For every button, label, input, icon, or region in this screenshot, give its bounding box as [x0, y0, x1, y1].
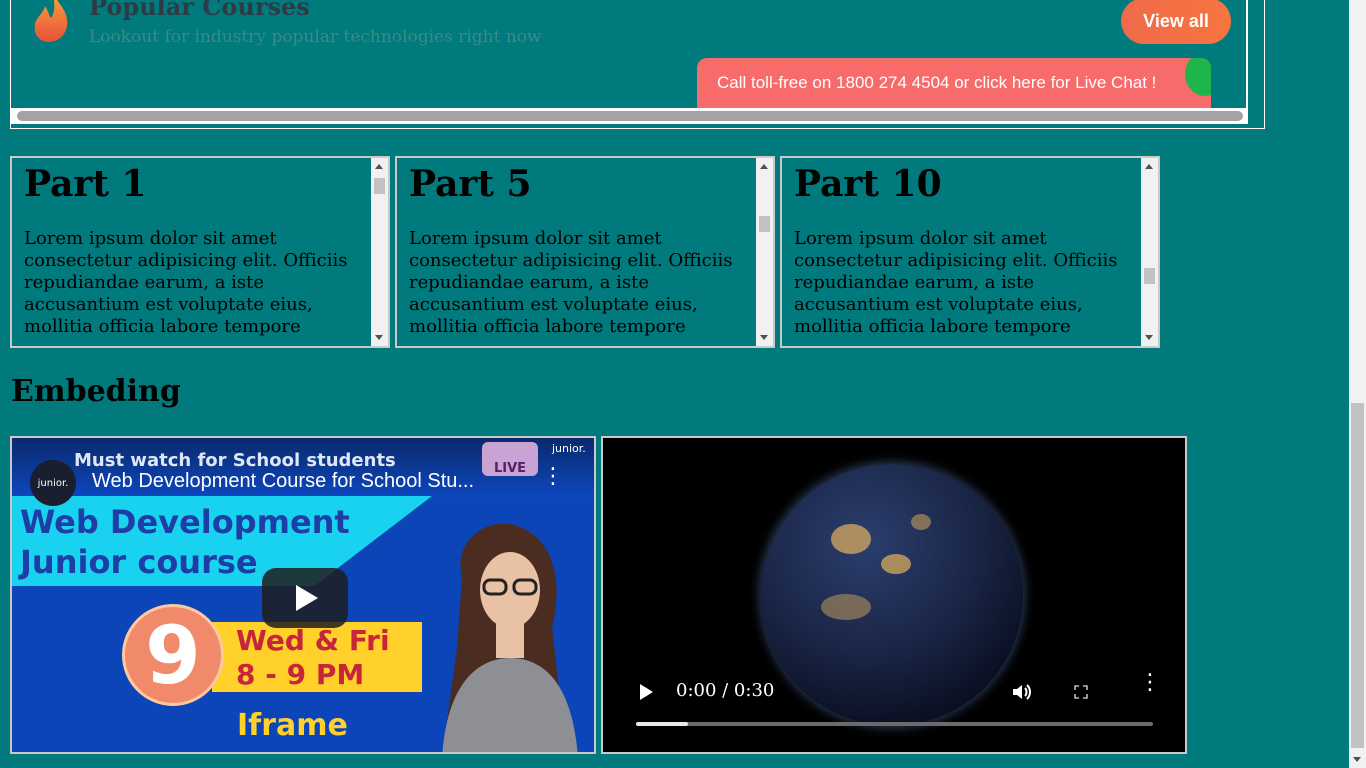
- scrollbar-thumb[interactable]: [1144, 268, 1155, 284]
- more-options-icon[interactable]: ⋮: [542, 466, 564, 488]
- fullscreen-icon[interactable]: [1074, 685, 1088, 699]
- scroll-up-arrow-icon[interactable]: [375, 164, 383, 169]
- view-all-button[interactable]: View all: [1121, 0, 1231, 44]
- video-time: 0:00 / 0:30: [676, 680, 775, 701]
- scroll-down-arrow-icon[interactable]: [375, 335, 383, 340]
- live-chat-text: Call toll-free on 1800 274 4504 or click…: [717, 73, 1157, 92]
- part-title: Part 1: [24, 163, 147, 205]
- iframe-label: Iframe: [237, 708, 348, 743]
- part-text: Lorem ipsum dolor sit amet consectetur a…: [24, 228, 348, 337]
- play-icon: [296, 585, 318, 611]
- youtube-iframe[interactable]: Must watch for School students LIVE juni…: [10, 436, 596, 754]
- live-chat-banner[interactable]: Call toll-free on 1800 274 4504 or click…: [697, 58, 1211, 108]
- headline-line-1: Web Development: [20, 503, 350, 541]
- part-title: Part 5: [409, 163, 532, 205]
- video-title[interactable]: Web Development Course for School Stu...: [92, 470, 474, 493]
- youtube-play-button[interactable]: [262, 568, 348, 628]
- presenter-image: [442, 523, 578, 752]
- volume-icon[interactable]: [1011, 682, 1033, 702]
- earth-image: [761, 464, 1023, 726]
- scroll-up-arrow-icon[interactable]: [760, 164, 768, 169]
- scroll-up-arrow-icon[interactable]: [1145, 164, 1153, 169]
- part-box-1[interactable]: Part 1 Lorem ipsum dolor sit amet consec…: [10, 156, 390, 348]
- video-player[interactable]: 0:00 / 0:30 ⋮: [601, 436, 1187, 754]
- scrollbar-thumb[interactable]: [759, 216, 770, 232]
- scroll-down-arrow-icon[interactable]: [1145, 335, 1153, 340]
- section-title: Popular Courses: [89, 0, 310, 21]
- video-progress-fill: [636, 722, 688, 726]
- video-progress-bar[interactable]: [636, 722, 1153, 726]
- embedded-page-frame: Popular Courses Lookout for industry pop…: [10, 0, 1265, 129]
- thumbnail-banner: Must watch for School students: [74, 450, 396, 471]
- vertical-scrollbar[interactable]: [756, 158, 773, 346]
- vertical-scrollbar[interactable]: [1141, 158, 1158, 346]
- horizontal-scrollbar[interactable]: [11, 108, 1248, 124]
- page-scrollbar-thumb[interactable]: [1351, 403, 1364, 748]
- video-more-options-icon[interactable]: ⋮: [1139, 672, 1161, 694]
- section-subtitle: Lookout for industry popular technologie…: [89, 27, 542, 47]
- schedule-days: Wed & Fri: [236, 624, 390, 657]
- part-text: Lorem ipsum dolor sit amet consectetur a…: [409, 228, 733, 337]
- embedding-heading: Embeding: [11, 374, 181, 409]
- leaf-icon: [1185, 58, 1211, 96]
- page-scroll-down-arrow-icon[interactable]: [1353, 757, 1361, 762]
- live-badge: LIVE: [482, 442, 538, 476]
- number-badge: 9: [122, 604, 224, 706]
- part-box-5[interactable]: Part 5 Lorem ipsum dolor sit amet consec…: [395, 156, 775, 348]
- flame-icon: [34, 0, 68, 42]
- play-icon[interactable]: [640, 684, 653, 700]
- page-scrollbar[interactable]: [1349, 0, 1366, 768]
- schedule-time: 8 - 9 PM: [236, 658, 365, 691]
- schedule-text: Wed & Fri 8 - 9 PM: [236, 624, 390, 692]
- vertical-scrollbar[interactable]: [371, 158, 388, 346]
- scroll-down-arrow-icon[interactable]: [760, 335, 768, 340]
- scrollbar-thumb[interactable]: [17, 111, 1243, 121]
- junior-logo: junior.: [552, 442, 586, 455]
- channel-avatar[interactable]: junior.: [30, 460, 76, 506]
- part-title: Part 10: [794, 163, 942, 205]
- part-box-10[interactable]: Part 10 Lorem ipsum dolor sit amet conse…: [780, 156, 1160, 348]
- part-text: Lorem ipsum dolor sit amet consectetur a…: [794, 228, 1118, 337]
- scrollbar-thumb[interactable]: [374, 178, 385, 194]
- frame-edge: [1246, 0, 1248, 108]
